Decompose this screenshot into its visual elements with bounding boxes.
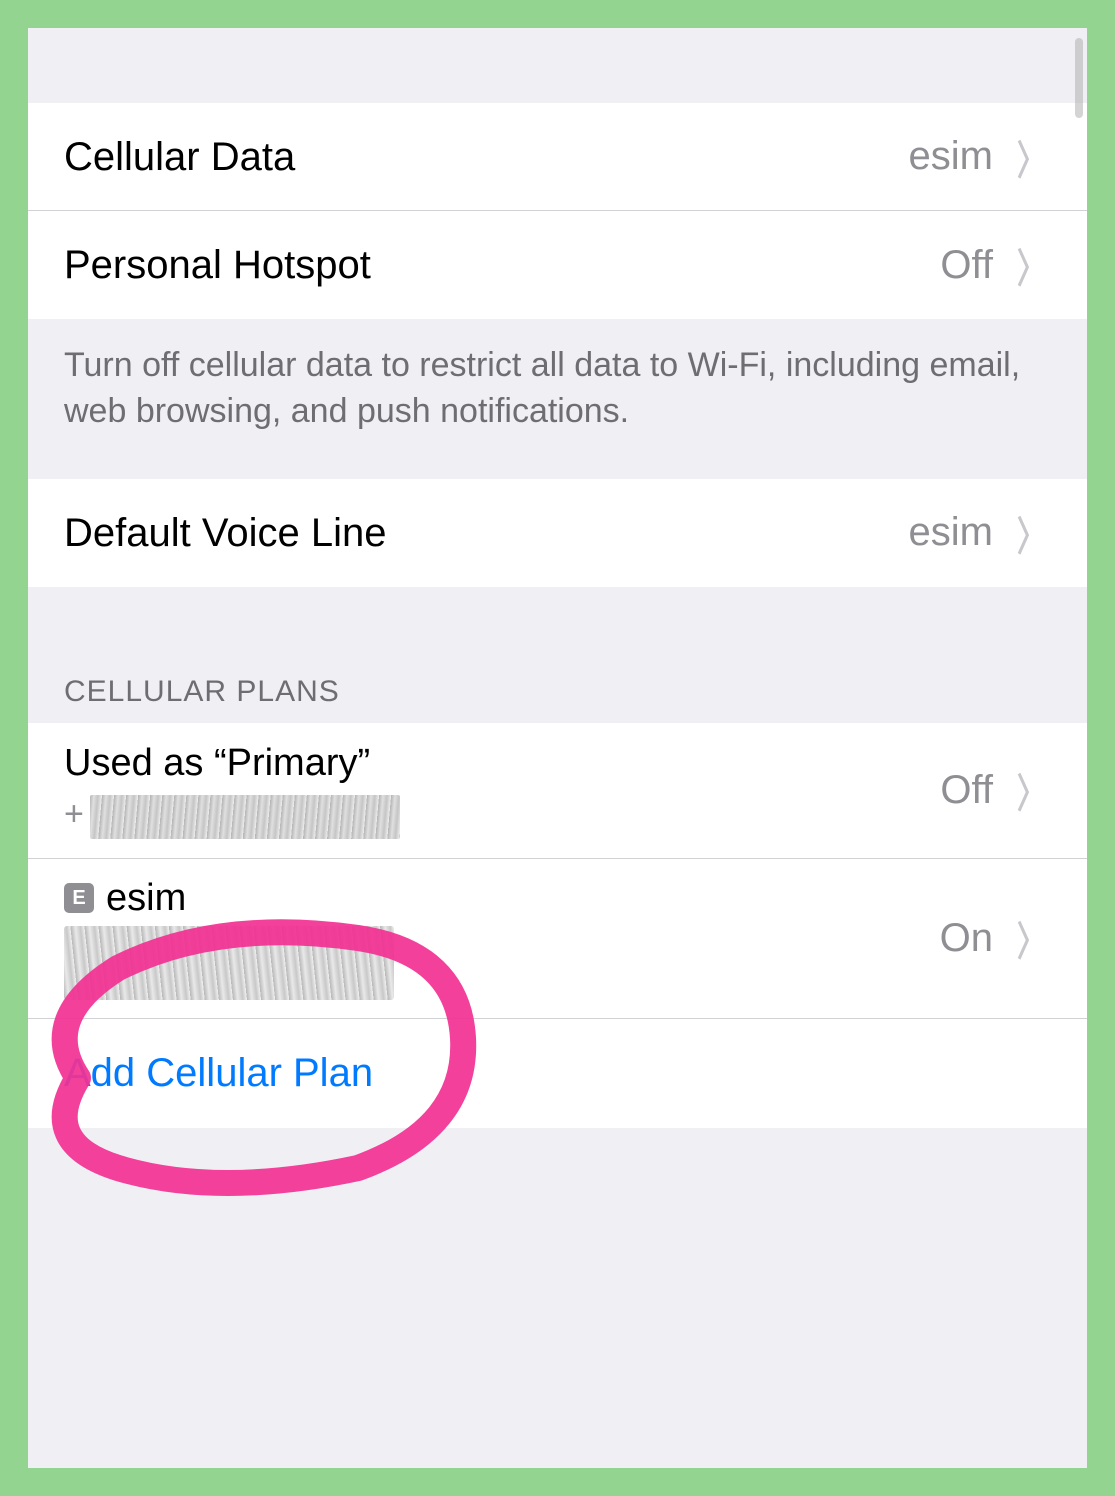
scrollbar[interactable] <box>1075 38 1083 118</box>
group-voice-line: Default Voice Line esim 〉 <box>28 479 1087 587</box>
personal-hotspot-value: Off <box>940 243 993 288</box>
default-voice-line-value: esim <box>909 510 993 555</box>
add-cellular-plan-label: Add Cellular Plan <box>64 1051 1051 1096</box>
plan-primary-value: Off <box>940 768 993 813</box>
top-spacer <box>28 28 1087 103</box>
plan-primary-title: Used as “Primary” <box>64 742 940 785</box>
chevron-right-icon: 〉 <box>1017 504 1045 562</box>
plan-esim-value: On <box>940 916 993 961</box>
chevron-right-icon: 〉 <box>1017 761 1045 819</box>
cellular-plans-header: CELLULAR PLANS <box>28 647 1087 723</box>
row-plan-esim[interactable]: E esim On 〉 <box>28 859 1087 1019</box>
plan-primary-left: Used as “Primary” + <box>64 742 940 839</box>
row-plan-primary[interactable]: Used as “Primary” + Off 〉 <box>28 723 1087 859</box>
cellular-footer-text: Turn off cellular data to restrict all d… <box>28 319 1087 479</box>
chevron-right-icon: 〉 <box>1017 128 1045 186</box>
plan-primary-sub: + <box>64 791 940 839</box>
default-voice-line-label: Default Voice Line <box>64 509 909 557</box>
personal-hotspot-label: Personal Hotspot <box>64 241 940 289</box>
group-cellular: Cellular Data esim 〉 Personal Hotspot Of… <box>28 103 1087 319</box>
plan-esim-left: E esim <box>64 877 940 1000</box>
row-cellular-data[interactable]: Cellular Data esim 〉 <box>28 103 1087 211</box>
plan-esim-title: esim <box>106 877 186 920</box>
redacted-number <box>90 795 400 839</box>
row-default-voice-line[interactable]: Default Voice Line esim 〉 <box>28 479 1087 587</box>
chevron-right-icon: 〉 <box>1017 909 1045 967</box>
settings-screen: Cellular Data esim 〉 Personal Hotspot Of… <box>28 28 1087 1468</box>
cellular-data-value: esim <box>909 134 993 179</box>
cellular-data-label: Cellular Data <box>64 133 909 181</box>
plan-primary-prefix: + <box>64 795 84 834</box>
group-cellular-plans: Used as “Primary” + Off 〉 E esim On 〉 Ad… <box>28 723 1087 1128</box>
spacer <box>28 587 1087 647</box>
plan-esim-title-wrap: E esim <box>64 877 940 920</box>
chevron-right-icon: 〉 <box>1017 236 1045 294</box>
row-personal-hotspot[interactable]: Personal Hotspot Off 〉 <box>28 211 1087 319</box>
esim-badge-icon: E <box>64 883 94 913</box>
row-add-cellular-plan[interactable]: Add Cellular Plan <box>28 1019 1087 1128</box>
redacted-carrier <box>64 926 394 1000</box>
